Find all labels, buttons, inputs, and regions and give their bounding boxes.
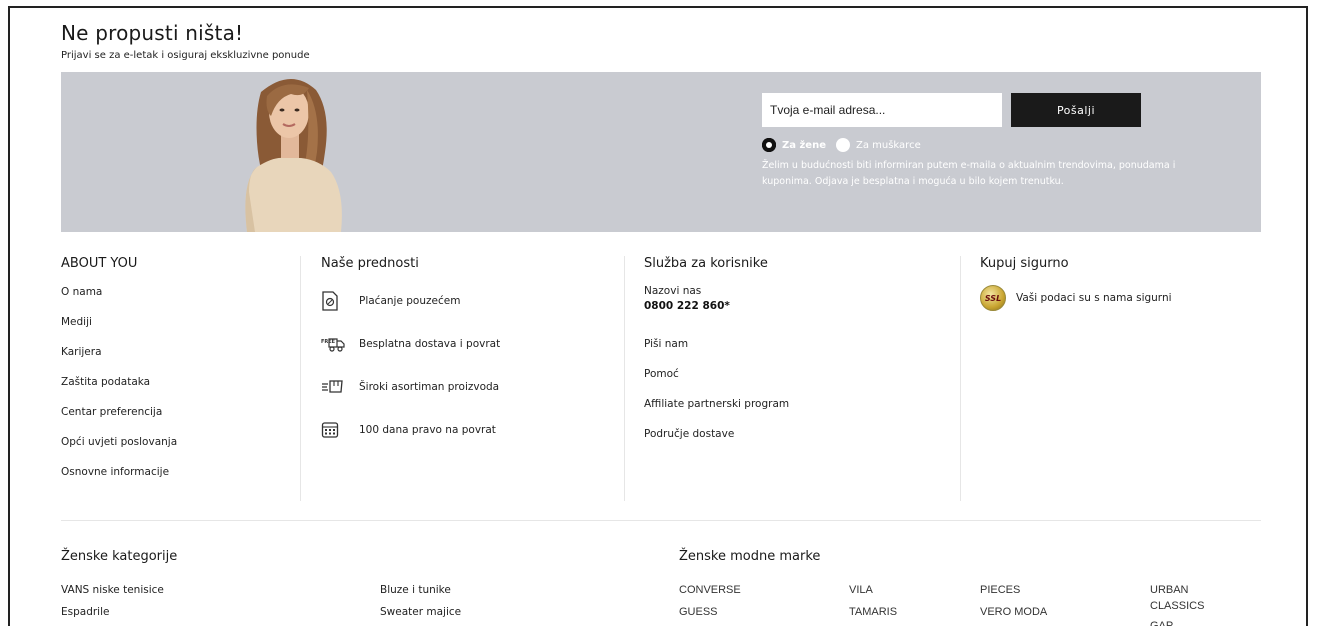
advantage-item[interactable]: FREE Besplatna dostava i povrat [321,322,611,365]
model-photo [245,78,342,232]
brand-link[interactable]: PIECES [980,582,1020,598]
category-link[interactable]: Espadrile [61,606,109,618]
gender-radio-group: Za žene Za muškarce [762,138,931,152]
column-divider [300,256,301,501]
advantage-label: Besplatna dostava i povrat [359,337,501,350]
service-link[interactable]: Područje dostave [644,427,944,457]
about-link[interactable]: Opći uvjeti poslovanja [61,435,281,465]
service-link[interactable]: Pomoć [644,367,944,397]
footer-frame: Ne propusti ništa! Prijavi se za e-letak… [8,6,1308,626]
service-link[interactable]: Piši nam [644,337,944,367]
service-column: Služba za korisnike Nazovi nas 0800 222 … [644,256,944,457]
advantage-label: Plaćanje pouzećem [359,294,461,307]
phone-number[interactable]: 0800 222 860* [644,300,944,312]
advantage-label: Široki asortiman proizvoda [359,380,500,393]
call-us-label: Nazovi nas [644,285,702,297]
brand-link[interactable]: VILA [849,582,873,598]
about-link[interactable]: O nama [61,285,281,315]
ssl-badge-icon: SSL [980,285,1006,311]
brand-link[interactable]: URBAN CLASSICS [1150,582,1230,614]
call-us[interactable]: Nazovi nas 0800 222 860* [644,285,944,337]
newsletter-submit-button[interactable]: Pošalji [1011,93,1141,127]
about-link[interactable]: Centar preferencija [61,405,281,435]
service-link[interactable]: Affiliate partnerski program [644,397,944,427]
about-link[interactable]: Mediji [61,315,281,345]
ssl-label: Vaši podaci su s nama sigurni [1016,292,1172,304]
fast-delivery-box-icon [321,378,351,396]
about-link[interactable]: Osnovne informacije [61,465,281,495]
newsletter-subtitle: Prijavi se za e-letak i osiguraj ekskluz… [61,50,310,61]
email-input[interactable] [762,93,1002,127]
category-link[interactable]: Sweater majice [380,606,461,618]
about-column: ABOUT YOU O nama Mediji Karijera Zaštita… [61,256,281,495]
brand-link[interactable]: CONVERSE [679,582,741,598]
category-link[interactable]: Bluze i tunike [380,584,451,596]
radio-women[interactable] [762,138,776,152]
newsletter-banner: Pošalji Za žene Za muškarce Želim u budu… [61,72,1261,232]
newsletter-title: Ne propusti ništa! [61,21,244,45]
secure-column: Kupuj sigurno SSL Vaši podaci su s nama … [980,256,1260,311]
advantage-item[interactable]: Plaćanje pouzećem [321,279,611,322]
women-categories-title: Ženske kategorije [61,549,178,564]
secure-title: Kupuj sigurno [980,256,1069,271]
consent-text: Želim u budućnosti biti informiran putem… [762,160,1176,187]
advantages-column: Naše prednosti Plaćanje pouzećem FREE Be… [321,256,611,451]
column-divider [624,256,625,501]
column-divider [960,256,961,501]
advantage-label: 100 dana pravo na povrat [359,423,496,436]
brand-link[interactable]: VERO MODA [980,604,1047,620]
about-link[interactable]: Zaštita podataka [61,375,281,405]
free-delivery-truck-icon: FREE [321,335,351,353]
svg-text:FREE: FREE [321,339,336,345]
advantage-item[interactable]: 100 dana pravo na povrat [321,408,611,451]
brand-link[interactable]: GUESS [679,604,718,620]
about-title: ABOUT YOU [61,256,138,271]
ssl-info: SSL Vaši podaci su s nama sigurni [980,285,1260,311]
advantage-item[interactable]: Široki asortiman proizvoda [321,365,611,408]
radio-women-label[interactable]: Za žene [782,140,826,151]
category-link[interactable]: VANS niske tenisice [61,584,164,596]
section-divider [61,520,1261,521]
women-brands-title: Ženske modne marke [679,549,821,564]
about-link[interactable]: Karijera [61,345,281,375]
advantages-title: Naše prednosti [321,256,419,271]
calendar-icon [321,421,351,439]
brand-link[interactable]: TAMARIS [849,604,897,620]
cash-on-delivery-icon [321,290,351,311]
radio-men[interactable] [835,138,850,152]
service-title: Služba za korisnike [644,256,768,271]
brand-link[interactable]: GAP [1150,618,1173,626]
radio-men-label[interactable]: Za muškarce [856,140,921,151]
